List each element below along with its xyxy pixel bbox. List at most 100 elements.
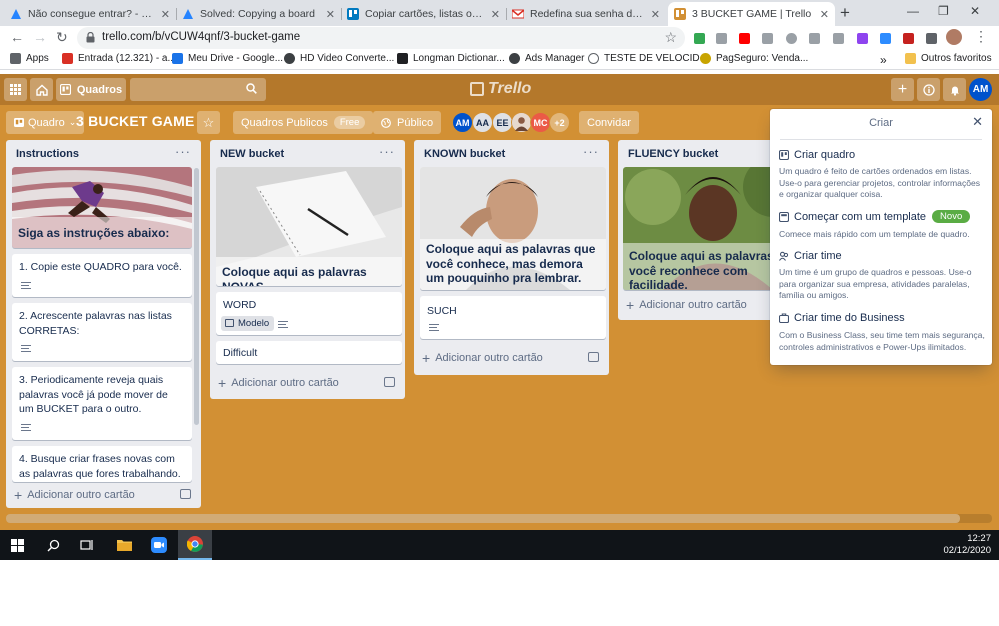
zoom-app-button[interactable]: [142, 530, 176, 560]
browser-tab[interactable]: Solved: Copying a board ✕: [176, 2, 341, 26]
close-icon[interactable]: ✕: [972, 114, 983, 130]
task-view-button[interactable]: [70, 530, 104, 560]
list-scrollbar[interactable]: [194, 168, 199, 425]
new-tab-button[interactable]: +: [840, 3, 850, 23]
browser-tab-active[interactable]: 3 BUCKET GAME | Trello ✕: [668, 2, 835, 26]
notifications-button[interactable]: [943, 78, 966, 101]
board-view-switcher[interactable]: Quadro ⌄: [6, 111, 85, 134]
extension-icon[interactable]: [762, 33, 773, 44]
file-explorer-button[interactable]: [107, 530, 141, 560]
bookmark-apps[interactable]: Apps: [10, 53, 49, 64]
member-avatar[interactable]: AM: [452, 112, 473, 133]
info-button[interactable]: [917, 78, 940, 101]
card[interactable]: WORD Modelo: [216, 292, 402, 335]
taskbar-search-button[interactable]: [36, 530, 70, 560]
board-title[interactable]: 3 BUCKET GAME: [76, 113, 195, 129]
bookmark-item[interactable]: Ads Manager: [509, 53, 584, 64]
bookmark-item[interactable]: TESTE DE VELOCID...: [588, 53, 708, 64]
back-icon[interactable]: ←: [10, 29, 24, 45]
invite-button[interactable]: Convidar: [579, 111, 640, 134]
card[interactable]: 2. Acrescente palavras nas listas CORRET…: [12, 303, 192, 361]
card-template-icon[interactable]: [180, 489, 191, 499]
user-avatar[interactable]: AM: [969, 78, 992, 101]
list-instructions[interactable]: Instructions ··· Siga as instruções abai…: [6, 140, 201, 508]
restore-icon[interactable]: ❐: [938, 4, 949, 18]
bookmark-item[interactable]: Meu Drive - Google...: [172, 53, 283, 64]
cover-card[interactable]: Coloque aqui as palavras que você conhec…: [420, 167, 606, 290]
card[interactable]: 3. Periodicamente reveja quais palavras …: [12, 367, 192, 440]
add-card-button[interactable]: + Adicionar outro cartão: [626, 297, 747, 313]
close-tab-icon[interactable]: ✕: [651, 8, 660, 21]
board-scrollbar-thumb[interactable]: [6, 514, 960, 523]
member-avatar[interactable]: MC: [530, 112, 551, 133]
list-title[interactable]: Instructions: [16, 148, 79, 160]
member-avatar[interactable]: AA: [472, 112, 493, 133]
close-tab-icon[interactable]: ✕: [820, 8, 829, 21]
card[interactable]: Difficult: [216, 341, 402, 364]
list-known-bucket[interactable]: KNOWN bucket ··· Coloque aqui as palavra…: [414, 140, 609, 375]
window-close-icon[interactable]: ✕: [970, 4, 980, 18]
cover-card[interactable]: Coloque aqui as palavras NOVAS: [216, 167, 402, 286]
member-avatar-photo[interactable]: [511, 112, 532, 133]
extension-icon[interactable]: [809, 33, 820, 44]
system-clock[interactable]: 12:27 02/12/2020: [943, 533, 991, 557]
create-button[interactable]: +: [891, 78, 914, 101]
extensions-puzzle-icon[interactable]: [926, 33, 937, 44]
extension-icon[interactable]: [694, 33, 705, 44]
list-menu-icon[interactable]: ···: [175, 144, 191, 159]
bookmark-item[interactable]: HD Video Converte...: [284, 53, 394, 64]
extension-icon[interactable]: [903, 33, 914, 44]
browser-menu-icon[interactable]: ⋮: [974, 28, 988, 45]
visibility-button[interactable]: Público: [373, 111, 442, 134]
trello-logo[interactable]: Trello: [470, 80, 531, 98]
cover-card[interactable]: Siga as instruções abaixo:: [12, 167, 192, 248]
bookmark-item[interactable]: Entrada (12.321) - a...: [62, 53, 176, 64]
extension-icon[interactable]: [857, 33, 868, 44]
create-business-team-option[interactable]: Criar time do Business: [779, 312, 905, 324]
close-tab-icon[interactable]: ✕: [326, 8, 335, 21]
browser-tab[interactable]: Redefina sua senha da Atlassian ✕: [506, 2, 666, 26]
close-tab-icon[interactable]: ✕: [161, 8, 170, 21]
list-title[interactable]: FLUENCY bucket: [628, 148, 718, 160]
boards-button[interactable]: Quadros: [56, 78, 126, 101]
home-button[interactable]: [30, 78, 53, 101]
list-new-bucket[interactable]: NEW bucket ··· Coloque aqui as palavras …: [210, 140, 405, 399]
bookmark-item[interactable]: Longman Dictionar...: [397, 53, 505, 64]
bookmark-other[interactable]: Outros favoritos: [905, 53, 992, 64]
list-menu-icon[interactable]: ···: [379, 144, 395, 159]
list-menu-icon[interactable]: ···: [583, 144, 599, 159]
star-board-button[interactable]: ☆: [197, 111, 220, 134]
bookmark-item[interactable]: PagSeguro: Venda...: [700, 53, 808, 64]
member-avatar[interactable]: EE: [492, 112, 513, 133]
card[interactable]: 4. Busque criar frases novas com as pala…: [12, 446, 192, 482]
start-with-template-option[interactable]: Começar com um template Novo: [779, 210, 971, 223]
list-title[interactable]: KNOWN bucket: [424, 148, 505, 160]
create-board-option[interactable]: Criar quadro: [779, 149, 855, 161]
list-title[interactable]: NEW bucket: [220, 148, 284, 160]
bookmarks-overflow[interactable]: »: [880, 53, 887, 67]
apps-switcher-button[interactable]: [4, 78, 27, 101]
address-bar[interactable]: trello.com/b/vCUW4qnf/3-bucket-game ☆: [77, 27, 685, 49]
forward-icon[interactable]: →: [33, 29, 47, 45]
browser-tab[interactable]: Não consegue entrar? - Entrar ✕: [4, 2, 176, 26]
close-tab-icon[interactable]: ✕: [491, 8, 500, 21]
card[interactable]: 1. Copie este QUADRO para você.: [12, 254, 192, 297]
bookmark-star-icon[interactable]: ☆: [664, 29, 677, 46]
extension-icon[interactable]: [833, 33, 844, 44]
add-card-button[interactable]: + Adicionar outro cartão: [14, 487, 135, 503]
card-template-icon[interactable]: [588, 352, 599, 362]
windows-start-button[interactable]: [0, 530, 34, 560]
minimize-icon[interactable]: —: [907, 4, 919, 18]
search-input[interactable]: [130, 78, 266, 101]
add-card-button[interactable]: + Adicionar outro cartão: [422, 350, 543, 366]
card[interactable]: SUCH: [420, 296, 606, 339]
zoom-extension-icon[interactable]: [880, 33, 891, 44]
profile-avatar[interactable]: [946, 29, 962, 45]
extension-icon[interactable]: [786, 33, 797, 44]
card-template-icon[interactable]: [384, 377, 395, 387]
reload-icon[interactable]: ↻: [56, 29, 68, 46]
more-members-badge[interactable]: +2: [549, 112, 570, 133]
chrome-app-button[interactable]: [178, 530, 212, 560]
create-team-option[interactable]: Criar time: [779, 250, 842, 262]
browser-tab[interactable]: Copiar cartões, listas ou quadro ✕: [341, 2, 506, 26]
